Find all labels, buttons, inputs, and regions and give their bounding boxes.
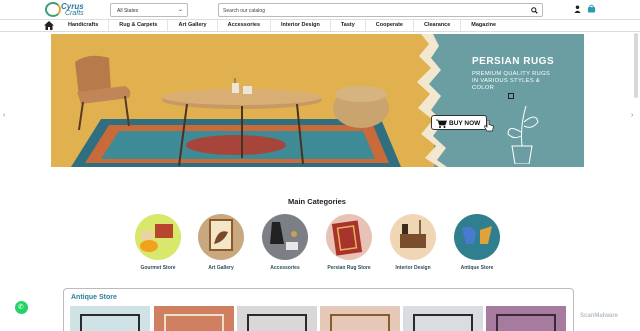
nav-item-clearance[interactable]: Clearance	[413, 20, 460, 31]
nav-item-art-gallery[interactable]: Art Gallery	[167, 20, 216, 31]
art-gallery-icon	[209, 219, 233, 251]
category-label: Gourmet Store	[140, 265, 176, 271]
carousel-prev-icon[interactable]: ‹	[3, 112, 5, 119]
chevron-down-icon: ⌄	[177, 7, 183, 13]
logo[interactable]: Cyrus Crafts	[45, 1, 93, 18]
nav-item-handicrafts[interactable]: Handicrafts	[58, 20, 108, 31]
shopping-bag-icon[interactable]	[587, 4, 596, 13]
main-nav: Handicrafts Rug & Carpets Art Gallery Ac…	[0, 19, 640, 32]
product-thumbnail[interactable]	[320, 306, 400, 331]
scrollbar[interactable]	[634, 33, 638, 98]
carousel-next-icon[interactable]: ›	[631, 112, 633, 119]
decor-square-icon	[508, 93, 514, 99]
product-thumbnail[interactable]	[403, 306, 483, 331]
gourmet-icon	[140, 224, 173, 252]
product-thumbnail[interactable]	[70, 306, 150, 331]
nav-item-interior-design[interactable]: Interior Design	[270, 20, 330, 31]
hand-cursor-icon	[484, 120, 494, 132]
nav-item-magazine[interactable]: Magazine	[460, 20, 506, 31]
category-label: Accessories	[270, 265, 300, 271]
interior-design-icon	[400, 220, 426, 248]
category-image	[326, 214, 372, 260]
user-icon[interactable]	[574, 5, 581, 13]
logo-line2: Crafts	[65, 10, 84, 17]
category-label: Interior Design	[395, 265, 431, 271]
buy-now-label: BUY NOW	[449, 120, 481, 127]
nav-item-tasty[interactable]: Tasty	[329, 20, 365, 31]
pouf-illustration	[333, 86, 389, 128]
whatsapp-icon[interactable]: ✆	[15, 301, 28, 314]
product-thumbnail[interactable]	[154, 306, 234, 331]
banner-subtitle: PREMIUM QUALITY RUGS IN VARIOUS STYLES &…	[472, 71, 551, 91]
category-image	[454, 214, 500, 260]
armchair-illustration	[75, 55, 131, 131]
accessories-icon	[270, 222, 298, 250]
antique-store-title[interactable]: Antique Store	[71, 294, 117, 301]
category-image	[262, 214, 308, 260]
category-label: Art Gallery	[208, 265, 234, 271]
header: Cyrus Crafts All States ⌄	[0, 0, 640, 19]
nav-items: Handicrafts Rug & Carpets Art Gallery Ac…	[58, 20, 506, 31]
product-thumbnail[interactable]	[237, 306, 317, 331]
buy-now-button[interactable]: BUY NOW	[431, 115, 487, 130]
category-label: Persian Rug Store	[327, 265, 371, 271]
product-thumbnail[interactable]	[486, 306, 566, 331]
nav-item-accessories[interactable]: Accessories	[216, 20, 270, 31]
categories-title: Main Categories	[288, 197, 346, 206]
hero-banner[interactable]: PERSIAN RUGS PREMIUM QUALITY RUGS IN VAR…	[51, 34, 584, 167]
plant-illustration	[507, 105, 539, 164]
state-select-value: All States	[117, 8, 139, 14]
cart-icon	[436, 119, 447, 128]
category-image	[390, 214, 436, 260]
logo-swirl-icon	[45, 2, 61, 17]
home-icon[interactable]	[44, 21, 54, 30]
nav-item-rug-carpets[interactable]: Rug & Carpets	[108, 20, 167, 31]
category-label: Antique Store	[460, 265, 494, 271]
state-select[interactable]: All States ⌄	[110, 3, 188, 17]
coffee-table-illustration	[162, 78, 322, 167]
banner-title: PERSIAN RUGS	[472, 56, 555, 67]
search-input[interactable]	[223, 6, 523, 15]
scanmalware-watermark: ScanMalware	[580, 313, 619, 319]
search-bar	[218, 3, 543, 17]
nav-item-cooperate[interactable]: Cooperate	[364, 20, 413, 31]
antique-store-section: Antique Store	[63, 288, 574, 331]
persian-rug-icon	[331, 220, 363, 256]
category-image	[135, 214, 181, 260]
antique-store-icon	[462, 226, 492, 244]
category-image	[198, 214, 244, 260]
search-icon[interactable]	[531, 7, 538, 14]
